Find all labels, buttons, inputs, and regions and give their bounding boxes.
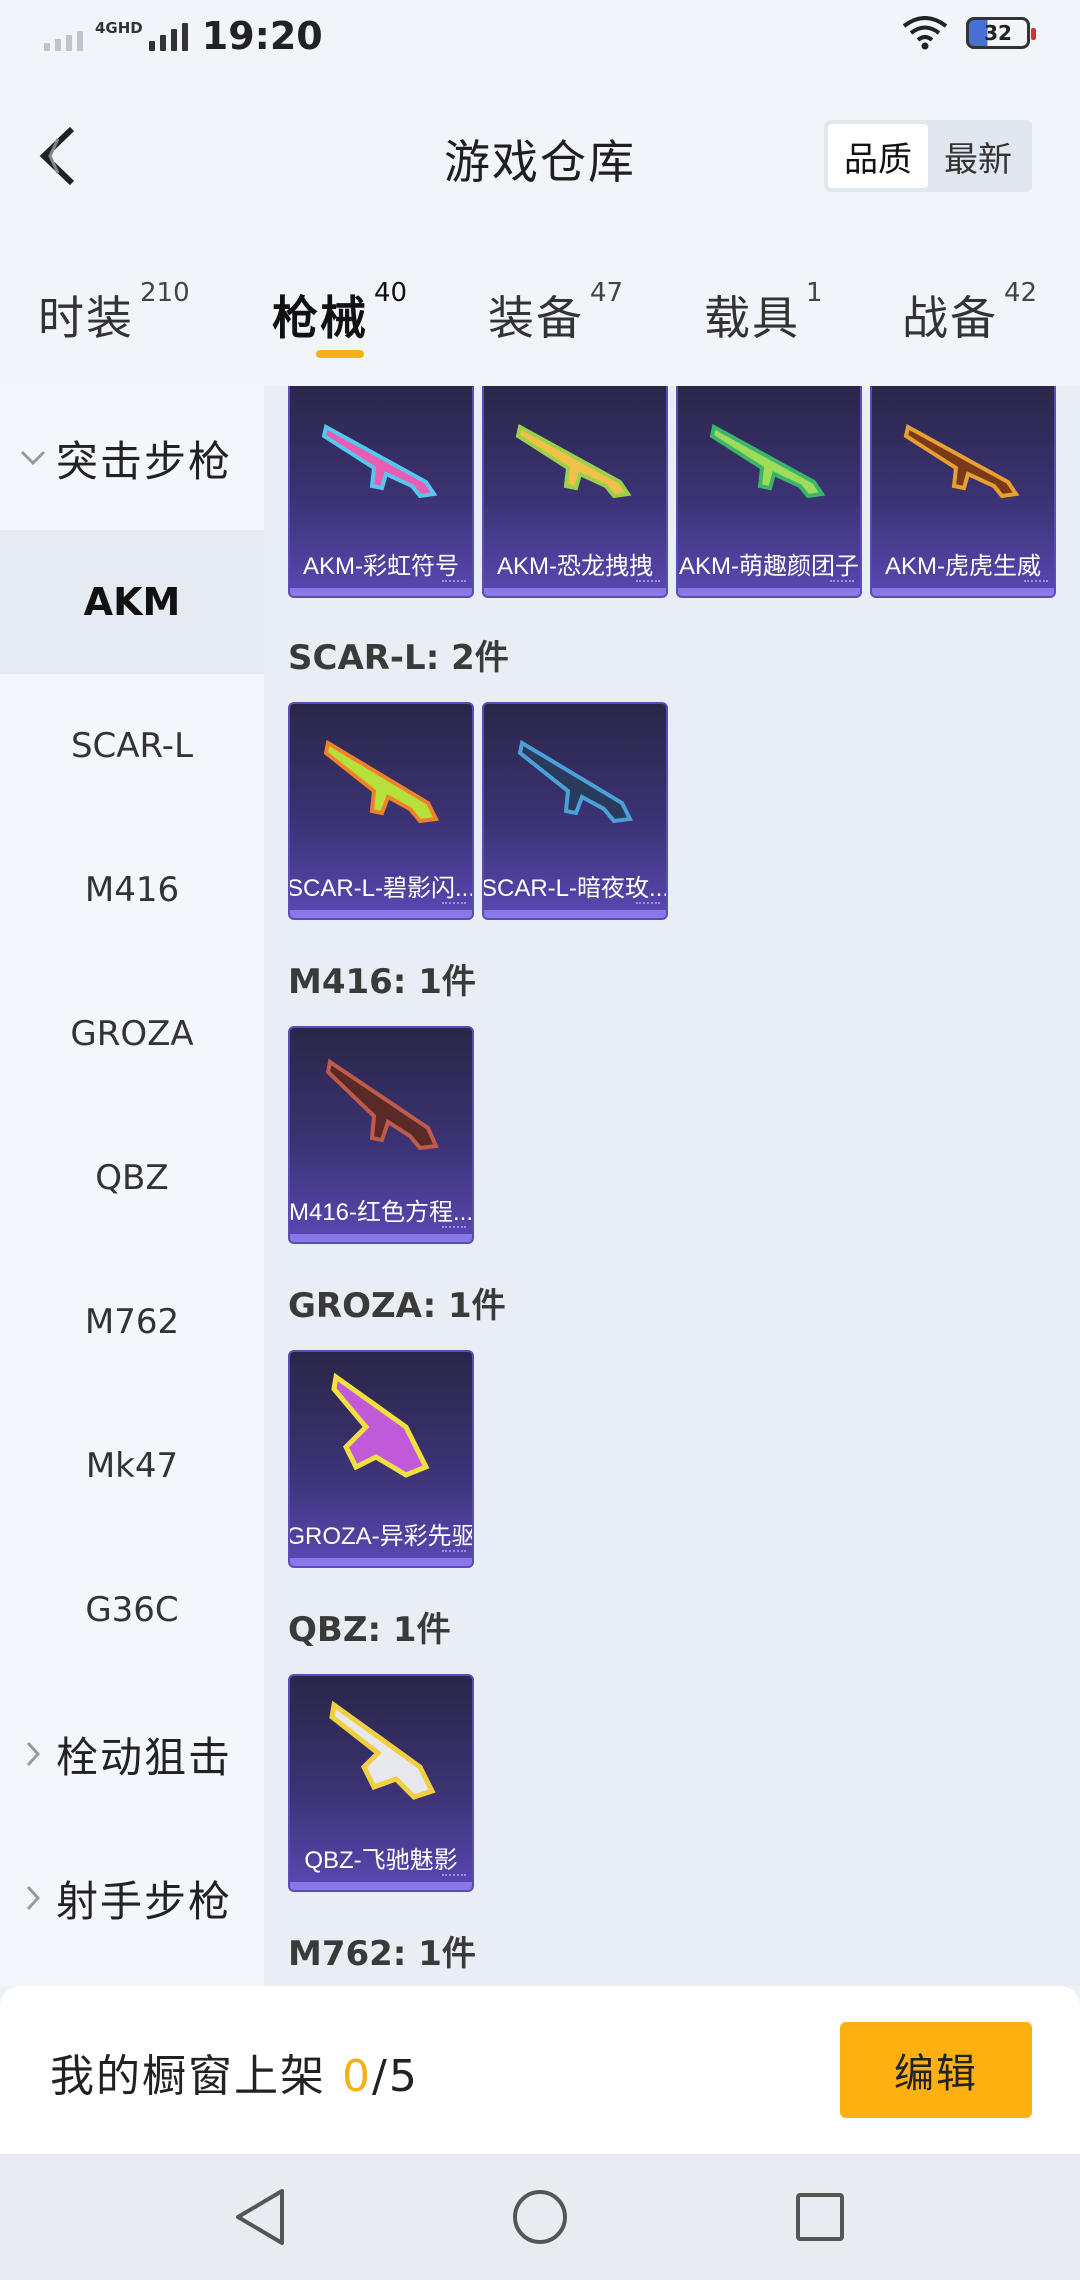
tab-gear[interactable]: 战备 42 xyxy=(902,278,1037,348)
sidebar-item-groza[interactable]: GROZA xyxy=(0,962,264,1106)
skin-card[interactable]: GROZA-异彩先驱 xyxy=(288,1350,474,1568)
nav-recents-button[interactable] xyxy=(780,2177,860,2257)
sidebar-category-assault-rifles[interactable]: 突击步枪 xyxy=(0,386,264,530)
skin-card[interactable]: QBZ-飞驰魅影 xyxy=(288,1674,474,1892)
sidebar-item-g36c[interactable]: G36C xyxy=(0,1538,264,1682)
group-title: M762: 1件 xyxy=(288,1934,476,1974)
sidebar-category-bolt-sniper[interactable]: 栓动狙击 xyxy=(0,1682,264,1826)
rifle-skin-icon xyxy=(678,386,860,532)
skin-card[interactable]: SCAR-L-暗夜玫... xyxy=(482,702,668,920)
sort-toggle: 品质 最新 xyxy=(824,120,1032,192)
sidebar: 突击步枪 AKM SCAR-L M416 GROZA QBZ M762 Mk47… xyxy=(0,386,264,1986)
tab-guns[interactable]: 枪械 40 xyxy=(272,278,407,348)
recents-square-icon xyxy=(796,2193,844,2241)
skin-card[interactable]: AKM-萌趣颜团子 xyxy=(676,386,862,598)
tab-count: 42 xyxy=(1004,278,1038,308)
sidebar-category-marksman-rifles[interactable]: 射手步枪 xyxy=(0,1826,264,1970)
tab-fashion[interactable]: 时装 210 xyxy=(38,278,190,348)
tab-equipment[interactable]: 装备 47 xyxy=(488,278,623,348)
skin-list: AKM-彩虹符号 AKM-恐龙拽拽 AKM-萌趣颜团子 AKM-虎虎生威 SCA… xyxy=(264,386,1080,1986)
rifle-skin-icon xyxy=(484,704,666,854)
home-circle-icon xyxy=(513,2190,567,2244)
nav-home-button[interactable] xyxy=(500,2177,580,2257)
header: 游戏仓库 品质 最新 xyxy=(0,72,1080,242)
rifle-skin-icon xyxy=(484,386,666,532)
tab-vehicles[interactable]: 载具 1 xyxy=(704,278,823,348)
system-nav-bar xyxy=(0,2154,1080,2280)
group-title: QBZ: 1件 xyxy=(288,1610,451,1650)
tab-label: 装备 xyxy=(488,291,584,345)
skin-card[interactable]: SCAR-L-碧影闪... xyxy=(288,702,474,920)
chevron-down-icon xyxy=(18,450,48,466)
tab-count: 40 xyxy=(374,278,408,308)
showcase-status: 我的橱窗上架 0/5 xyxy=(50,2040,419,2104)
skin-card[interactable]: M416-红色方程... xyxy=(288,1026,474,1244)
sidebar-item-m416[interactable]: M416 xyxy=(0,818,264,962)
signal-sim1-icon xyxy=(44,21,83,51)
edit-button[interactable]: 编辑 xyxy=(840,2022,1032,2118)
skin-card[interactable]: AKM-彩虹符号 xyxy=(288,386,474,598)
showcase-total-count: /5 xyxy=(372,2051,419,2102)
sidebar-category-label: 射手步枪 xyxy=(56,1876,233,1926)
showcase-current-count: 0 xyxy=(342,2051,372,2102)
group-title: M416: 1件 xyxy=(288,962,476,1002)
tab-label: 时装 xyxy=(38,291,134,345)
skin-card[interactable]: AKM-虎虎生威 xyxy=(870,386,1056,598)
chevron-right-icon xyxy=(18,1741,48,1767)
skin-card[interactable]: AKM-恐龙拽拽 xyxy=(482,386,668,598)
clock: 19:20 xyxy=(201,14,323,58)
showcase-label: 我的橱窗上架 xyxy=(50,2051,342,2102)
chevron-right-icon xyxy=(18,1885,48,1911)
group-title: GROZA: 1件 xyxy=(288,1286,506,1326)
network-type: 4GHD xyxy=(95,18,143,37)
tab-label: 枪械 xyxy=(272,291,368,345)
group-title: SCAR-L: 2件 xyxy=(288,638,509,678)
back-button[interactable] xyxy=(28,116,88,196)
tab-count: 47 xyxy=(590,278,624,308)
tab-label: 载具 xyxy=(704,291,800,345)
back-arrow-icon xyxy=(39,126,75,186)
rifle-skin-icon xyxy=(290,1676,472,1826)
showcase-bar: 我的橱窗上架 0/5 编辑 xyxy=(0,1986,1080,2154)
sidebar-item-mk47[interactable]: Mk47 xyxy=(0,1394,264,1538)
back-triangle-icon xyxy=(236,2189,284,2245)
sort-quality-button[interactable]: 品质 xyxy=(828,124,928,188)
rifle-skin-icon xyxy=(290,386,472,532)
signal-sim2-icon xyxy=(148,21,188,51)
tab-count: 1 xyxy=(806,278,823,308)
battery-icon: 32 xyxy=(966,17,1036,49)
sidebar-category-label: 突击步枪 xyxy=(56,436,233,486)
sidebar-item-akm[interactable]: AKM xyxy=(0,530,264,674)
rifle-skin-icon xyxy=(290,1028,472,1178)
sort-newest-button[interactable]: 最新 xyxy=(928,124,1028,188)
category-tabs: 时装 210 枪械 40 装备 47 载具 1 战备 42 xyxy=(0,242,1080,386)
sidebar-item-m762[interactable]: M762 xyxy=(0,1250,264,1394)
tab-label: 战备 xyxy=(902,291,998,345)
nav-back-button[interactable] xyxy=(220,2177,300,2257)
sidebar-item-qbz[interactable]: QBZ xyxy=(0,1106,264,1250)
sidebar-category-label: 栓动狙击 xyxy=(56,1732,233,1782)
rifle-skin-icon xyxy=(290,1352,472,1502)
active-tab-indicator xyxy=(316,350,364,358)
wifi-icon xyxy=(902,16,948,50)
tab-count: 210 xyxy=(140,278,190,308)
status-bar: 4GHD 19:20 32 xyxy=(0,0,1080,72)
rifle-skin-icon xyxy=(872,386,1054,532)
sidebar-item-scar-l[interactable]: SCAR-L xyxy=(0,674,264,818)
rifle-skin-icon xyxy=(290,704,472,854)
